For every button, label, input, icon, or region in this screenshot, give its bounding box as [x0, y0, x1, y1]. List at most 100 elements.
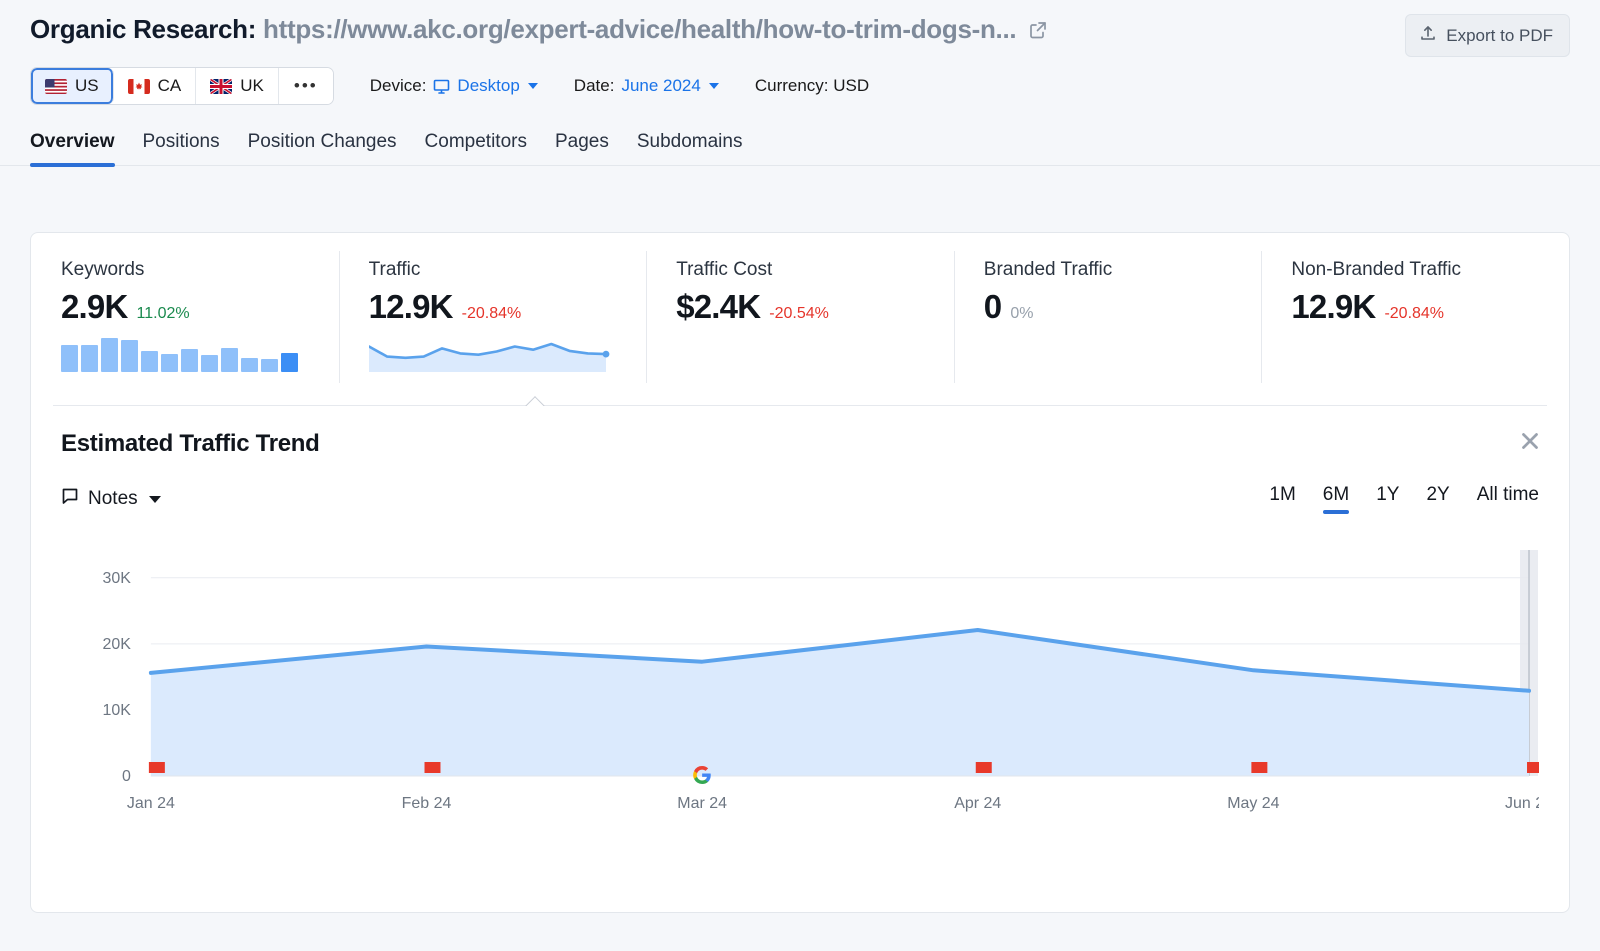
range-1y[interactable]: 1Y	[1376, 484, 1399, 514]
overview-card: Keywords 2.9K 11.02% Traffic 12.9K -20.8…	[30, 232, 1570, 913]
range-6m-label: 6M	[1323, 484, 1349, 505]
country-label-us: US	[75, 76, 99, 96]
tab-positions-label: Positions	[143, 131, 220, 152]
tab-overview[interactable]: Overview	[30, 131, 115, 165]
device-value[interactable]: Desktop	[457, 76, 519, 96]
close-icon[interactable]	[1517, 428, 1543, 454]
metric-branded-traffic-value: 0	[984, 288, 1002, 326]
svg-text:May 24: May 24	[1227, 795, 1279, 812]
tab-positions[interactable]: Positions	[143, 131, 220, 165]
metric-traffic-delta: -20.84%	[462, 305, 522, 323]
range-1y-label: 1Y	[1376, 484, 1399, 505]
metric-non-branded-traffic[interactable]: Non-Branded Traffic 12.9K -20.84%	[1261, 233, 1569, 405]
metric-branded-traffic-delta: 0%	[1010, 305, 1033, 323]
range-6m[interactable]: 6M	[1323, 484, 1349, 514]
tab-competitors-label: Competitors	[425, 131, 527, 152]
keyword-spark-bar	[221, 348, 238, 372]
metric-traffic-cost-delta: -20.54%	[769, 305, 829, 323]
metric-traffic-cost-value: $2.4K	[676, 288, 760, 326]
monitor-icon	[433, 78, 450, 95]
title-url: https://www.akc.org/expert-advice/health…	[263, 14, 1016, 44]
external-link-icon[interactable]	[1028, 20, 1048, 40]
flag-uk-icon	[210, 79, 232, 94]
keyword-spark-bar	[121, 340, 138, 373]
tab-subdomains[interactable]: Subdomains	[637, 131, 743, 165]
note-icon	[61, 487, 79, 511]
estimated-traffic-trend-section: Estimated Traffic Trend Notes	[31, 406, 1569, 836]
range-all-time-label: All time	[1477, 484, 1539, 505]
metric-branded-traffic[interactable]: Branded Traffic 0 0%	[954, 233, 1262, 405]
keyword-spark-bar	[281, 353, 298, 372]
country-pill-us[interactable]: US	[31, 68, 114, 104]
chevron-down-icon-notes	[149, 496, 161, 503]
more-countries-button[interactable]: •••	[279, 68, 333, 104]
keyword-spark-bar	[61, 345, 78, 372]
traffic-sparkline-area	[369, 336, 614, 372]
tab-position-changes[interactable]: Position Changes	[248, 131, 397, 165]
svg-text:0: 0	[122, 768, 131, 785]
date-value[interactable]: June 2024	[621, 76, 700, 96]
traffic-trend-chart[interactable]: 010K20K30KJan 24Feb 24 Mar 24Apr 24May 2…	[61, 536, 1539, 836]
metric-traffic-cost[interactable]: Traffic Cost $2.4K -20.54%	[646, 233, 954, 405]
metric-branded-traffic-label: Branded Traffic	[984, 259, 1262, 281]
metric-traffic[interactable]: Traffic 12.9K -20.84%	[339, 233, 647, 405]
traffic-trend-chart-svg: 010K20K30KJan 24Feb 24 Mar 24Apr 24May 2…	[61, 536, 1539, 836]
chevron-down-icon-date[interactable]	[709, 83, 719, 89]
country-pill-uk[interactable]: UK	[196, 68, 279, 104]
svg-text:10K: 10K	[103, 702, 132, 719]
keyword-spark-bar	[201, 355, 218, 372]
flag-ca-icon	[128, 79, 150, 94]
title-text: Organic Research: https://www.akc.org/ex…	[30, 14, 1016, 45]
keywords-sparkline-bars	[61, 338, 339, 372]
trend-title: Estimated Traffic Trend	[61, 430, 1539, 458]
keyword-spark-bar	[261, 359, 278, 372]
date-label: Date:	[574, 76, 615, 96]
svg-text:30K: 30K	[103, 570, 132, 587]
metric-traffic-cost-label: Traffic Cost	[676, 259, 954, 281]
flag-us-icon	[45, 79, 67, 94]
metric-non-branded-traffic-value: 12.9K	[1291, 288, 1375, 326]
selected-metric-caret-icon	[525, 396, 545, 406]
tab-competitors[interactable]: Competitors	[425, 131, 527, 165]
keyword-spark-bar	[161, 354, 178, 373]
svg-text:Jun 24: Jun 24	[1505, 795, 1539, 812]
metric-non-branded-traffic-label: Non-Branded Traffic	[1291, 259, 1569, 281]
svg-text:Jan 24: Jan 24	[127, 795, 175, 812]
country-label-ca: CA	[158, 76, 182, 96]
range-2y[interactable]: 2Y	[1426, 484, 1449, 514]
keyword-spark-bar	[81, 345, 98, 372]
notes-label: Notes	[88, 488, 138, 510]
metric-keywords-value: 2.9K	[61, 288, 128, 326]
tab-position-changes-label: Position Changes	[248, 131, 397, 152]
metric-keywords-label: Keywords	[61, 259, 339, 281]
page-title: Organic Research: https://www.akc.org/ex…	[30, 14, 1387, 45]
currency-label: Currency: USD	[755, 76, 869, 96]
tab-pages-label: Pages	[555, 131, 609, 152]
metric-non-branded-traffic-delta: -20.84%	[1384, 305, 1444, 323]
country-selector[interactable]: US CA	[30, 67, 334, 105]
country-label-uk: UK	[240, 76, 264, 96]
metric-keywords-delta: 11.02%	[137, 305, 190, 323]
svg-text:Apr 24: Apr 24	[954, 795, 1001, 812]
date-filter[interactable]: Date: June 2024	[574, 76, 719, 96]
device-filter[interactable]: Device: Desktop	[370, 76, 538, 96]
more-countries-label: •••	[294, 76, 318, 96]
tab-subdomains-label: Subdomains	[637, 131, 743, 152]
time-range-selector: 1M 6M 1Y 2Y All time	[1269, 484, 1539, 514]
metric-traffic-label: Traffic	[369, 259, 647, 281]
svg-text:Feb 24: Feb 24	[402, 795, 452, 812]
device-label: Device:	[370, 76, 427, 96]
range-all-time[interactable]: All time	[1477, 484, 1539, 514]
export-label: Export to PDF	[1446, 26, 1553, 46]
metric-keywords[interactable]: Keywords 2.9K 11.02%	[31, 233, 339, 405]
keyword-spark-bar	[181, 349, 198, 372]
keyword-spark-bar	[241, 358, 258, 372]
keyword-spark-bar	[101, 338, 118, 372]
chevron-down-icon-device[interactable]	[528, 83, 538, 89]
export-to-pdf-button[interactable]: Export to PDF	[1405, 14, 1570, 57]
range-1m[interactable]: 1M	[1269, 484, 1295, 514]
notes-dropdown[interactable]: Notes	[61, 487, 161, 511]
tab-pages[interactable]: Pages	[555, 131, 609, 165]
country-pill-ca[interactable]: CA	[114, 68, 197, 104]
svg-text:Mar 24: Mar 24	[677, 795, 727, 812]
